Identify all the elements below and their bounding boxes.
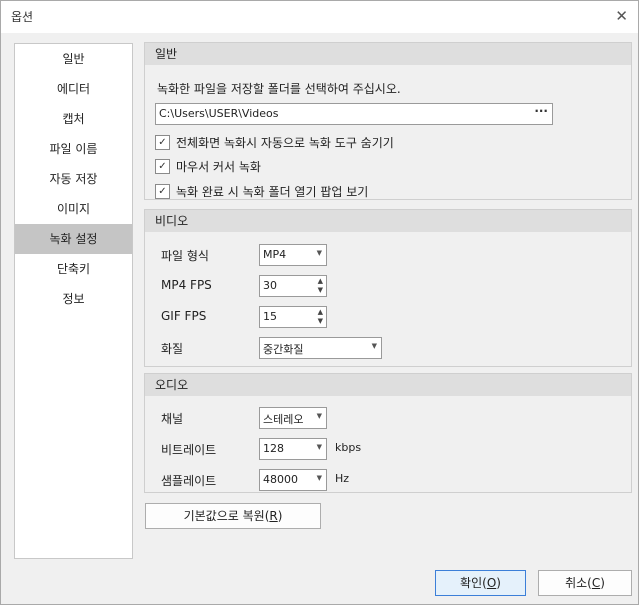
gif-fps-label: GIF FPS	[161, 309, 207, 323]
samplerate-unit: Hz	[335, 472, 350, 485]
quality-select[interactable]: 중간화질 ▼	[259, 337, 382, 359]
checkbox-row-hide-toolbar[interactable]: ✓ 전체화면 녹화시 자동으로 녹화 도구 숨기기	[155, 133, 394, 151]
checkbox-row-record-cursor[interactable]: ✓ 마우서 커서 녹화	[155, 157, 261, 175]
chevron-down-icon: ▼	[371, 342, 377, 350]
cancel-button[interactable]: 취소(C)	[538, 570, 632, 596]
bitrate-value: 128	[263, 442, 284, 455]
mp4-fps-label: MP4 FPS	[161, 278, 212, 292]
restore-defaults-hotkey: R	[269, 509, 278, 523]
gif-fps-value: 15	[263, 310, 277, 323]
restore-defaults-label: 기본값으로 복원(	[183, 509, 270, 523]
folder-description: 녹화한 파일을 저장할 폴더를 선택하여 주십시오.	[157, 82, 401, 96]
open-folder-popup-label: 녹화 완료 시 녹화 폴더 열기 팝업 보기	[176, 184, 369, 199]
ok-label-end: )	[496, 576, 501, 590]
ok-button[interactable]: 확인(O)	[435, 570, 526, 596]
chevron-down-icon: ▼	[316, 249, 322, 257]
cancel-label: 취소(	[565, 576, 592, 590]
sidebar-item-editor[interactable]: 에디터	[15, 74, 132, 104]
gif-fps-stepper[interactable]: 15 ▲ ▼	[259, 306, 327, 328]
general-section: 일반 녹화한 파일을 저장할 폴더를 선택하여 주십시오. C:\Users\U…	[144, 42, 632, 200]
sidebar-item-image[interactable]: 이미지	[15, 194, 132, 224]
samplerate-value: 48000	[263, 473, 298, 486]
category-sidebar: 일반 에디터 캡처 파일 이름 자동 저장 이미지 녹화 설정 단축키 정보	[14, 43, 133, 559]
hide-toolbar-label: 전체화면 녹화시 자동으로 녹화 도구 숨기기	[176, 135, 394, 150]
window-title: 옵션	[11, 10, 34, 24]
spin-down-icon[interactable]: ▼	[318, 317, 323, 325]
sidebar-item-shortcuts[interactable]: 단축키	[15, 254, 132, 284]
video-section: 비디오 파일 형식 MP4 ▼ MP4 FPS 30 ▲ ▼ GIF FPS 1…	[144, 209, 632, 367]
spin-up-icon[interactable]: ▲	[318, 308, 323, 316]
spin-down-icon[interactable]: ▼	[318, 286, 323, 294]
quality-value: 중간화질	[263, 343, 304, 356]
title-bar: 옵션 ✕	[1, 1, 638, 33]
open-folder-popup-checkbox[interactable]: ✓	[155, 183, 170, 199]
sidebar-item-capture[interactable]: 캡처	[15, 104, 132, 134]
spin-up-icon[interactable]: ▲	[318, 277, 323, 285]
chevron-down-icon: ▼	[316, 412, 322, 420]
cancel-hotkey: C	[591, 576, 601, 590]
audio-section-header: 오디오	[145, 374, 631, 396]
hide-toolbar-checkbox[interactable]: ✓	[155, 134, 170, 150]
bitrate-unit: kbps	[335, 441, 362, 454]
options-dialog: 옵션 ✕ 일반 에디터 캡처 파일 이름 자동 저장 이미지 녹화 설정 단축키…	[0, 0, 639, 605]
sidebar-item-recording-settings[interactable]: 녹화 설정	[15, 224, 132, 254]
quality-label: 화질	[161, 342, 184, 356]
channel-label: 채널	[161, 412, 184, 426]
sidebar-item-info[interactable]: 정보	[15, 284, 132, 314]
file-format-value: MP4	[263, 248, 287, 261]
sidebar-item-general[interactable]: 일반	[15, 44, 132, 74]
samplerate-label: 샘플레이트	[161, 474, 217, 488]
channel-value: 스테레오	[263, 413, 304, 426]
chevron-down-icon: ▼	[316, 443, 322, 451]
sidebar-item-auto-save[interactable]: 자동 저장	[15, 164, 132, 194]
chevron-down-icon: ▼	[316, 474, 322, 482]
channel-select[interactable]: 스테레오 ▼	[259, 407, 327, 429]
ok-hotkey: O	[486, 576, 497, 590]
file-format-select[interactable]: MP4 ▼	[259, 244, 327, 266]
general-section-header: 일반	[145, 43, 631, 65]
folder-path-value: C:\Users\USER\Videos	[159, 107, 279, 120]
close-icon[interactable]: ✕	[615, 7, 628, 25]
dialog-body: 일반 에디터 캡처 파일 이름 자동 저장 이미지 녹화 설정 단축키 정보 일…	[1, 33, 638, 604]
cancel-label-end: )	[600, 576, 605, 590]
audio-section: 오디오 채널 스테레오 ▼ 비트레이트 128 ▼ kbps 샘플레이트 480…	[144, 373, 632, 493]
ok-label: 확인(	[460, 576, 487, 590]
file-format-label: 파일 형식	[161, 249, 209, 263]
record-cursor-checkbox[interactable]: ✓	[155, 158, 170, 174]
restore-defaults-button[interactable]: 기본값으로 복원(R)	[145, 503, 321, 529]
sidebar-item-file-name[interactable]: 파일 이름	[15, 134, 132, 164]
checkbox-row-open-folder-popup[interactable]: ✓ 녹화 완료 시 녹화 폴더 열기 팝업 보기	[155, 182, 368, 200]
folder-path-field[interactable]: C:\Users\USER\Videos ···	[155, 103, 553, 125]
bitrate-label: 비트레이트	[161, 443, 217, 457]
mp4-fps-value: 30	[263, 279, 277, 292]
mp4-fps-stepper[interactable]: 30 ▲ ▼	[259, 275, 327, 297]
record-cursor-label: 마우서 커서 녹화	[176, 159, 261, 174]
browse-folder-button[interactable]: ···	[534, 104, 548, 118]
restore-defaults-label-end: )	[277, 509, 283, 523]
bitrate-select[interactable]: 128 ▼	[259, 438, 327, 460]
samplerate-select[interactable]: 48000 ▼	[259, 469, 327, 491]
video-section-header: 비디오	[145, 210, 631, 232]
